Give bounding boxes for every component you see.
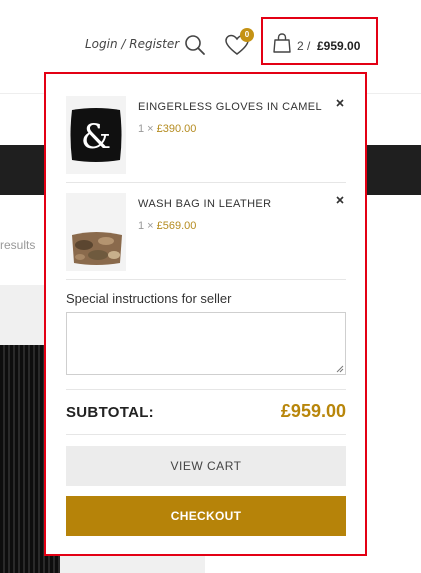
wishlist-count-badge: 0 — [240, 28, 254, 42]
instructions-label: Special instructions for seller — [66, 291, 232, 306]
instructions-textarea[interactable] — [66, 312, 346, 375]
cart-total: £959.00 — [317, 39, 361, 53]
item-name[interactable]: WASH BAG IN LEATHER — [138, 198, 272, 210]
item-thumbnail[interactable] — [66, 193, 126, 271]
close-icon[interactable] — [334, 97, 346, 109]
cart-button[interactable]: 2 / £959.00 — [261, 17, 378, 65]
svg-text:&: & — [81, 117, 111, 157]
subtotal-value: £959.00 — [280, 401, 346, 421]
view-cart-button[interactable]: VIEW CART — [66, 446, 346, 486]
ampersand-pillow-image: & — [66, 96, 126, 174]
item-divider — [66, 182, 346, 183]
results-count-text: results — [0, 238, 36, 252]
shopping-bag-icon — [273, 33, 291, 53]
item-divider — [66, 279, 346, 280]
close-icon[interactable] — [334, 194, 346, 206]
subtotal-label: SUBTOTAL: — [66, 404, 154, 421]
item-thumbnail[interactable]: & — [66, 96, 126, 174]
section-divider — [66, 389, 346, 390]
cart-item: WASH BAG IN LEATHER 1 × £569.00 — [66, 193, 346, 273]
camo-wash-bag-image — [66, 193, 126, 271]
item-name[interactable]: EINGERLESS GLOVES IN CAMEL — [138, 101, 322, 113]
login-register-link[interactable]: Login / Register — [85, 37, 179, 51]
cart-count: 2 / — [297, 39, 311, 53]
mini-cart-dropdown: & EINGERLESS GLOVES IN CAMEL 1 × £390.00… — [44, 72, 367, 556]
resize-handle-icon[interactable] — [336, 365, 344, 373]
cart-item: & EINGERLESS GLOVES IN CAMEL 1 × £390.00 — [66, 96, 346, 176]
search-icon[interactable] — [183, 33, 207, 57]
checkout-button[interactable]: CHECKOUT — [66, 496, 346, 536]
item-quantity-price: 1 × £569.00 — [138, 220, 197, 232]
item-quantity-price: 1 × £390.00 — [138, 123, 197, 135]
section-divider — [66, 434, 346, 435]
